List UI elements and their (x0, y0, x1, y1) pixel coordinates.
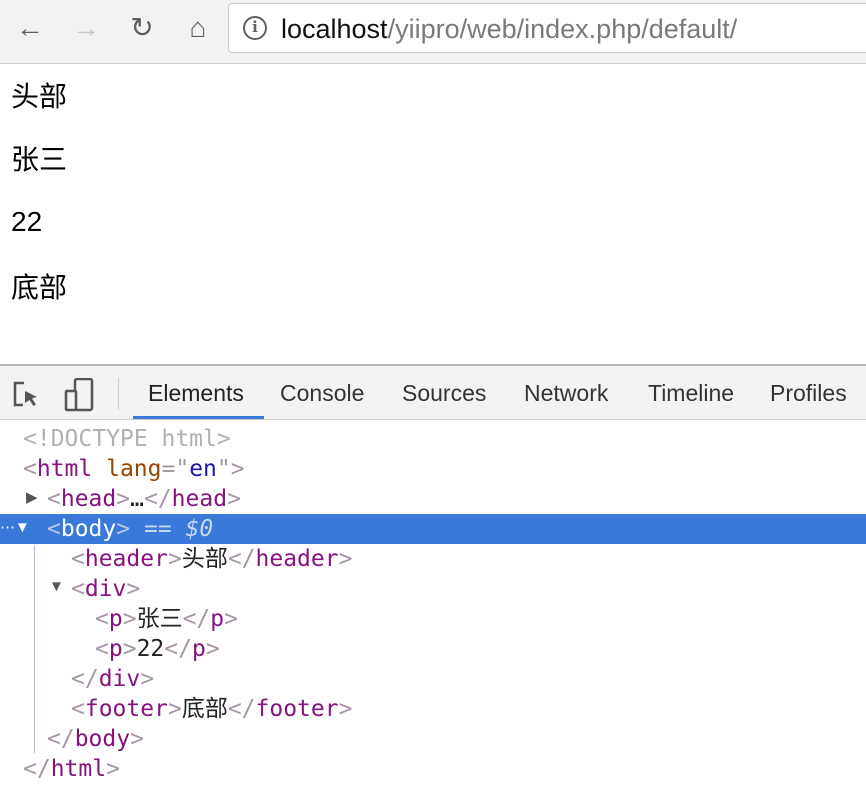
tab-profiles[interactable]: Profiles (770, 378, 847, 408)
html-node[interactable]: <html lang="en"> (0, 454, 866, 484)
p-node[interactable]: <p>22</p> (0, 634, 866, 664)
header-text: 头部 (11, 81, 68, 112)
info-icon[interactable]: i (243, 16, 267, 40)
collapse-triangle-icon[interactable]: ▼ (49, 578, 64, 595)
address-bar[interactable]: i localhost/yiipro/web/index.php/default… (228, 3, 866, 53)
forward-arrow-icon[interactable]: → (68, 10, 104, 46)
more-dots-icon[interactable]: ⋯▼ (0, 518, 30, 536)
browser-toolbar: ← → ↻ ⌂ i localhost/yiipro/web/index.php… (0, 0, 866, 64)
active-tab-indicator (133, 416, 264, 419)
tab-elements[interactable]: Elements (148, 378, 244, 408)
inspect-element-icon[interactable] (12, 380, 42, 410)
device-toolbar-icon[interactable] (64, 378, 96, 412)
reload-icon[interactable]: ↻ (124, 10, 160, 46)
expand-triangle-icon[interactable]: ▶ (26, 488, 38, 506)
footer-node[interactable]: <footer>底部</footer> (0, 694, 866, 724)
doctype-node[interactable]: <!DOCTYPE html> (0, 424, 866, 454)
head-node[interactable]: <head>…</head> (0, 484, 866, 514)
html-close-node[interactable]: </html> (0, 754, 866, 784)
div-node[interactable]: <div> (0, 574, 866, 604)
devtools-tabbar: Elements Console Sources Network Timelin… (0, 366, 866, 420)
footer-text: 底部 (11, 272, 68, 303)
toolbar-divider (118, 378, 119, 410)
tab-timeline[interactable]: Timeline (648, 378, 734, 408)
tab-sources[interactable]: Sources (402, 378, 486, 408)
tab-console[interactable]: Console (280, 378, 364, 408)
p-node[interactable]: <p>张三</p> (0, 604, 866, 634)
tab-network[interactable]: Network (524, 378, 608, 408)
home-icon[interactable]: ⌂ (180, 10, 216, 46)
name-text: 张三 (11, 144, 68, 175)
url-text[interactable]: localhost/yiipro/web/index.php/default/ (281, 13, 737, 45)
age-text: 22 (11, 206, 43, 237)
header-node[interactable]: <header>头部</header> (0, 544, 866, 574)
div-close-node[interactable]: </div> (0, 664, 866, 694)
body-node-selected[interactable]: <body> == $0 (0, 514, 866, 544)
back-arrow-icon[interactable]: ← (12, 10, 48, 46)
body-close-node[interactable]: </body> (0, 724, 866, 754)
